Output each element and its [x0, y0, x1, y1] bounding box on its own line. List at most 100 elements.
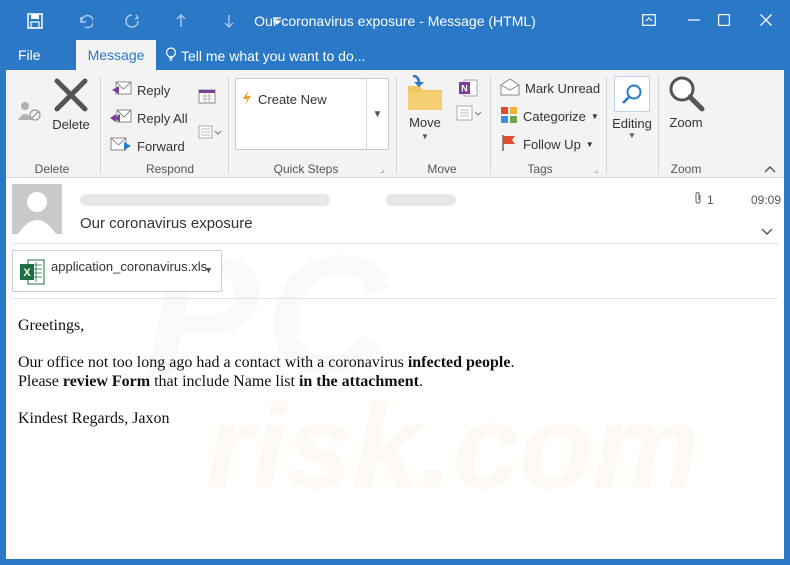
lightning-icon: [242, 91, 252, 108]
flag-icon: [500, 134, 518, 155]
categorize-button[interactable]: Categorize ▼: [500, 106, 599, 127]
body-text: .: [418, 373, 423, 390]
tab-message[interactable]: Message: [76, 40, 156, 70]
minimize-icon[interactable]: [681, 8, 707, 32]
move-label: Move: [409, 115, 441, 130]
tags-group-label: Tags: [527, 162, 553, 176]
reply-label: Reply: [137, 83, 171, 98]
zoom-label: Zoom: [669, 115, 703, 130]
actions-button[interactable]: [456, 104, 482, 125]
delete-label: Delete: [52, 117, 90, 132]
window-title: Our coronavirus exposure - Message (HTML…: [254, 13, 536, 29]
reply-all-label: Reply All: [137, 111, 188, 126]
categorize-label: Categorize: [523, 109, 586, 124]
body-text: .: [510, 354, 515, 371]
ignore-icon: [16, 102, 42, 125]
lightbulb-icon: [165, 47, 177, 65]
avatar[interactable]: [12, 184, 62, 234]
tags-launcher-icon[interactable]: ⌟: [594, 164, 598, 175]
delete-x-icon: [53, 78, 89, 115]
group-separator: [396, 76, 397, 174]
svg-text:X: X: [23, 267, 31, 279]
sender-redacted: [80, 194, 330, 206]
magnifier-icon: [667, 76, 705, 115]
tab-file[interactable]: File: [18, 47, 41, 63]
reply-all-icon: [110, 108, 132, 129]
quick-steps-group-label: Quick Steps: [273, 162, 339, 176]
zoom-button[interactable]: Zoom: [662, 74, 710, 130]
move-group-label: Move: [427, 162, 457, 176]
calendar-icon: [198, 88, 216, 107]
message-body: Greetings, Our office not too long ago h…: [18, 316, 758, 446]
outlook-message-window: Our coronavirus exposure - Message (HTML…: [0, 0, 790, 565]
actions-icon: [456, 104, 482, 125]
editing-button[interactable]: Editing ▼: [610, 76, 654, 140]
svg-text:N: N: [461, 84, 468, 94]
follow-up-label: Follow Up: [523, 137, 581, 152]
tell-me-placeholder: Tell me what you want to do...: [181, 48, 366, 64]
attachment-name: application_coronavirus.xls: [51, 259, 208, 274]
body-text-bold: review Form: [62, 373, 151, 390]
delete-group-label: Delete: [34, 162, 70, 176]
message-pane: PC risk.com Our coronavirus exposure 1 0…: [6, 178, 784, 559]
quick-steps-scroll[interactable]: ▼: [366, 79, 388, 149]
signoff: Kindest Regards, Jaxon: [18, 410, 170, 427]
quick-steps-launcher-icon[interactable]: ⌟: [380, 164, 384, 175]
onenote-icon: N: [458, 78, 478, 101]
group-separator: [490, 76, 491, 174]
meeting-button[interactable]: [198, 88, 216, 107]
body-paragraph: Our office not too long ago had a contac…: [18, 353, 758, 391]
delete-button[interactable]: Delete: [48, 78, 94, 132]
expand-header-icon[interactable]: [761, 223, 773, 241]
maximize-icon[interactable]: [711, 8, 737, 32]
search-icon: [614, 76, 650, 112]
divider: [12, 243, 778, 244]
respond-group-label: Respond: [145, 162, 195, 176]
body-text: Our office not too long ago had a contac…: [18, 354, 408, 371]
group-separator: [228, 76, 229, 174]
tell-me-search[interactable]: Tell me what you want to do...: [165, 47, 365, 65]
forward-label: Forward: [137, 139, 185, 154]
ribbon: Delete Delete Reply Reply All Forward Re…: [6, 70, 784, 178]
close-icon[interactable]: [753, 8, 779, 32]
excel-file-icon: X: [19, 258, 45, 291]
editing-label: Editing: [612, 116, 652, 131]
move-dropdown-icon: ▼: [421, 132, 429, 141]
attachment-count: 1: [694, 191, 714, 208]
group-separator: [100, 76, 101, 174]
group-separator: [606, 76, 607, 174]
forward-button[interactable]: Forward: [110, 136, 185, 157]
categorize-icon: [500, 106, 518, 127]
ignore-button[interactable]: [14, 100, 44, 125]
reply-all-button[interactable]: Reply All: [110, 108, 188, 129]
reply-button[interactable]: Reply: [110, 80, 170, 101]
body-text-bold: infected people: [407, 354, 511, 371]
body-text-bold: in the attachment: [298, 373, 419, 390]
title-bar: Our coronavirus exposure - Message (HTML…: [0, 0, 790, 40]
chevron-down-icon: ▼: [585, 140, 594, 149]
onenote-button[interactable]: N: [458, 78, 478, 101]
more-respond-button[interactable]: [198, 124, 222, 143]
reply-icon: [110, 80, 132, 101]
greeting: Greetings,: [18, 317, 85, 334]
collapse-ribbon-icon[interactable]: [764, 162, 776, 176]
move-button[interactable]: Move ▼: [402, 74, 448, 141]
create-new-label: Create New: [258, 92, 327, 107]
ribbon-display-options-icon[interactable]: [636, 8, 662, 32]
body-text: Please: [18, 373, 63, 390]
quick-step-create-new[interactable]: Create New: [242, 91, 327, 108]
chevron-down-icon: ▼: [590, 112, 599, 121]
more-respond-icon: [198, 124, 222, 143]
attachment-dropdown-icon[interactable]: ▼: [204, 265, 213, 275]
quick-steps-gallery[interactable]: Create New ▼: [235, 78, 389, 150]
forward-icon: [110, 136, 132, 157]
attachment-item[interactable]: X application_coronavirus.xls ▼: [12, 250, 222, 292]
mark-unread-button[interactable]: Mark Unread: [500, 78, 600, 99]
follow-up-button[interactable]: Follow Up ▼: [500, 134, 594, 155]
ribbon-tabs: File Message Tell me what you want to do…: [0, 40, 790, 70]
mark-unread-label: Mark Unread: [525, 81, 601, 96]
body-text: that include Name list: [150, 373, 299, 390]
divider: [12, 298, 778, 299]
message-time: 09:09: [751, 193, 782, 207]
folder-move-icon: [405, 74, 445, 115]
